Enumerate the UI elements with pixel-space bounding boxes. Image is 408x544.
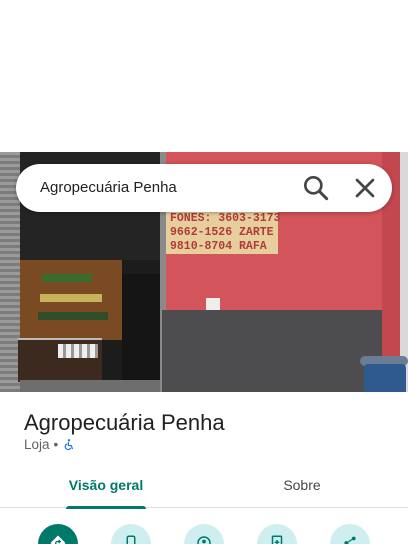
map-blank-area <box>0 0 408 152</box>
tab-about[interactable]: Sobre <box>256 468 348 508</box>
tab-about-label: Sobre <box>283 477 321 493</box>
share-button[interactable] <box>330 524 370 544</box>
sign-line: 9662-1526 ZARTE <box>170 226 274 239</box>
phone-sign: FONES: 3603-3173 9662-1526 ZARTE 9810-87… <box>166 210 281 254</box>
tab-overview-label: Visão geral <box>68 477 144 493</box>
save-icon <box>271 535 283 544</box>
close-icon[interactable] <box>349 172 381 204</box>
shelf-wall <box>20 260 122 340</box>
shelf-product <box>38 312 108 320</box>
search-query[interactable]: Agropecuária Penha <box>40 164 177 212</box>
shop-door <box>122 274 160 392</box>
wheelchair-accessible-icon <box>62 438 76 452</box>
place-subtitle: Loja • <box>24 437 76 452</box>
wall-paper <box>206 298 220 310</box>
phone-icon <box>126 535 136 544</box>
place-category: Loja <box>24 437 50 452</box>
directions-button[interactable] <box>38 524 78 544</box>
save-button[interactable] <box>257 524 297 544</box>
search-icon[interactable] <box>300 172 332 204</box>
sign-line: 9810-8704 RAFA <box>170 240 267 253</box>
street-view-icon <box>197 536 211 544</box>
call-button[interactable] <box>111 524 151 544</box>
shelf-product <box>42 274 92 282</box>
search-bar[interactable]: Agropecuária Penha <box>16 164 392 212</box>
tab-bar: Visão geral Sobre <box>0 468 408 509</box>
place-name: Agropecuária Penha <box>24 410 225 435</box>
floor <box>20 380 162 392</box>
bottles <box>58 344 98 358</box>
tab-overview[interactable]: Visão geral <box>60 468 152 509</box>
separator-dot: • <box>53 437 59 452</box>
tab-selected-indicator <box>66 506 146 509</box>
directions-icon <box>50 535 66 544</box>
trash-bin <box>364 364 406 392</box>
action-buttons <box>0 520 408 544</box>
street-view-button[interactable] <box>184 524 224 544</box>
shop-counter <box>18 338 102 382</box>
share-icon <box>344 536 356 544</box>
sign-line: FONES: 3603-3173 <box>170 212 281 225</box>
shelf-product <box>40 294 102 302</box>
